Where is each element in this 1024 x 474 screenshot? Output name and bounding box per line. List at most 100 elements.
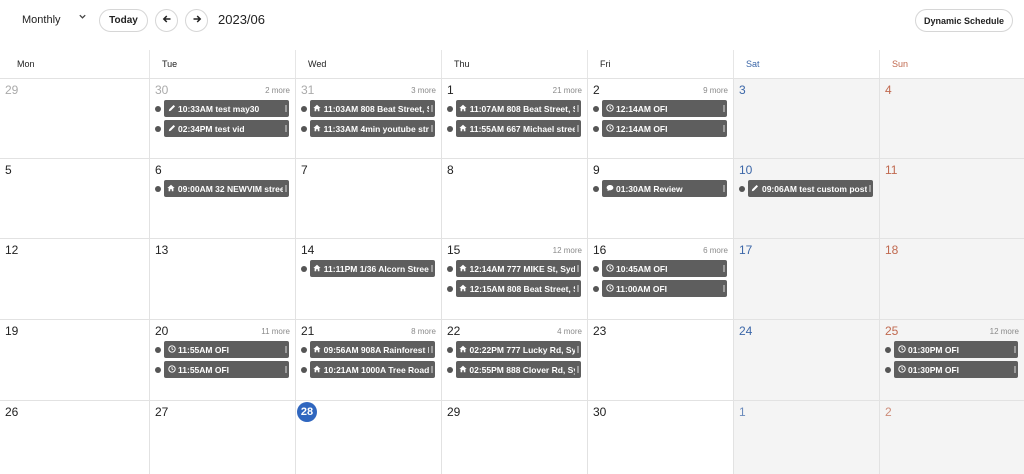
event-bar[interactable]: 11:03AM 808 Beat Street, S — [310, 100, 435, 117]
calendar-event[interactable]: 09:56AM 908A Rainforest R — [301, 341, 435, 358]
day-number[interactable]: 6 — [155, 163, 162, 177]
day-cell[interactable]: 1 21 more 11:07AM 808 Beat Street, S 11:55A… — [441, 78, 587, 158]
day-number[interactable]: 11 — [885, 163, 897, 177]
day-cell[interactable]: 8 — [441, 158, 587, 238]
today-day-number[interactable]: 28 — [297, 402, 317, 422]
resize-handle-icon[interactable] — [431, 366, 433, 373]
calendar-event[interactable]: 12:14AM 777 MIKE St, Sydn — [447, 260, 581, 277]
day-cell[interactable]: 31 3 more 11:03AM 808 Beat Street, S 11:33A… — [295, 78, 441, 158]
day-number[interactable]: 3 — [739, 83, 746, 97]
resize-handle-icon[interactable] — [285, 185, 287, 192]
day-number[interactable]: 5 — [5, 163, 12, 177]
day-cell[interactable]: 22 4 more 02:22PM 777 Lucky Rd, Syd 02:55PM… — [441, 319, 587, 400]
calendar-event[interactable]: 11:11PM 1/36 Alcorn Street — [301, 260, 435, 277]
day-cell[interactable]: 25 12 more 01:30PM OFI 01:30PM OFI — [879, 319, 1024, 400]
more-events-link[interactable]: 8 more — [411, 327, 436, 336]
prev-month-button[interactable] — [155, 9, 178, 32]
day-cell[interactable]: 27 — [149, 400, 295, 474]
event-bar[interactable]: 12:14AM OFI — [602, 100, 727, 117]
day-number[interactable]: 7 — [301, 163, 308, 177]
calendar-event[interactable]: 01:30PM OFI — [885, 361, 1018, 378]
resize-handle-icon[interactable] — [723, 125, 725, 132]
calendar-event[interactable]: 02:55PM 888 Clover Rd, Syc — [447, 361, 581, 378]
resize-handle-icon[interactable] — [431, 125, 433, 132]
calendar-event[interactable]: 11:55AM OFI — [155, 341, 289, 358]
day-number[interactable]: 22 — [447, 324, 460, 338]
resize-handle-icon[interactable] — [723, 265, 725, 272]
calendar-event[interactable]: 01:30PM OFI — [885, 341, 1018, 358]
event-bar[interactable]: 12:14AM 777 MIKE St, Sydn — [456, 260, 581, 277]
calendar-event[interactable]: 12:15AM 808 Beat Street, S — [447, 280, 581, 297]
resize-handle-icon[interactable] — [577, 125, 579, 132]
calendar-event[interactable]: 11:33AM 4min youtube stre — [301, 120, 435, 137]
day-cell[interactable]: 11 — [879, 158, 1024, 238]
event-bar[interactable]: 09:06AM test custom post — [748, 180, 873, 197]
calendar-event[interactable]: 09:06AM test custom post — [739, 180, 873, 197]
event-bar[interactable]: 11:55AM OFI — [164, 361, 289, 378]
event-bar[interactable]: 10:33AM test may30 — [164, 100, 289, 117]
event-bar[interactable]: 09:56AM 908A Rainforest R — [310, 341, 435, 358]
resize-handle-icon[interactable] — [431, 265, 433, 272]
day-cell[interactable]: 9 01:30AM Review — [587, 158, 733, 238]
day-number[interactable]: 4 — [885, 83, 892, 97]
day-cell[interactable]: 3 — [733, 78, 879, 158]
event-bar[interactable]: 02:34PM test vid — [164, 120, 289, 137]
day-cell[interactable]: 4 — [879, 78, 1024, 158]
day-number[interactable]: 25 — [885, 324, 898, 338]
day-cell[interactable]: 10 09:06AM test custom post — [733, 158, 879, 238]
day-cell[interactable]: 12 — [0, 238, 149, 319]
day-number[interactable]: 18 — [885, 243, 898, 257]
day-cell[interactable]: 19 — [0, 319, 149, 400]
day-number[interactable]: 30 — [155, 83, 168, 97]
event-bar[interactable]: 10:21AM 1000A Tree Road, — [310, 361, 435, 378]
event-bar[interactable]: 11:55AM OFI — [164, 341, 289, 358]
resize-handle-icon[interactable] — [285, 125, 287, 132]
more-events-link[interactable]: 9 more — [703, 86, 728, 95]
event-bar[interactable]: 02:55PM 888 Clover Rd, Syc — [456, 361, 581, 378]
event-bar[interactable]: 11:07AM 808 Beat Street, S — [456, 100, 581, 117]
day-number[interactable]: 13 — [155, 243, 168, 257]
day-cell[interactable]: 2 — [879, 400, 1024, 474]
resize-handle-icon[interactable] — [723, 185, 725, 192]
more-events-link[interactable]: 11 more — [261, 327, 290, 336]
day-cell[interactable]: 18 — [879, 238, 1024, 319]
calendar-event[interactable]: 11:55AM 667 Michael street — [447, 120, 581, 137]
day-number[interactable]: 29 — [447, 405, 460, 419]
day-number[interactable]: 8 — [447, 163, 454, 177]
event-bar[interactable]: 01:30PM OFI — [894, 341, 1018, 358]
dynamic-schedule-button[interactable]: Dynamic Schedule — [915, 9, 1013, 32]
resize-handle-icon[interactable] — [723, 105, 725, 112]
event-bar[interactable]: 11:00AM OFI — [602, 280, 727, 297]
event-bar[interactable]: 01:30PM OFI — [894, 361, 1018, 378]
calendar-event[interactable]: 12:14AM OFI — [593, 100, 727, 117]
calendar-event[interactable]: 02:22PM 777 Lucky Rd, Syd — [447, 341, 581, 358]
resize-handle-icon[interactable] — [431, 346, 433, 353]
resize-handle-icon[interactable] — [577, 346, 579, 353]
resize-handle-icon[interactable] — [723, 285, 725, 292]
day-number[interactable]: 29 — [5, 83, 18, 97]
more-events-link[interactable]: 12 more — [553, 246, 582, 255]
event-bar[interactable]: 10:45AM OFI — [602, 260, 727, 277]
resize-handle-icon[interactable] — [577, 105, 579, 112]
day-number[interactable]: 21 — [301, 324, 314, 338]
day-number[interactable]: 2 — [885, 405, 892, 419]
calendar-event[interactable]: 10:33AM test may30 — [155, 100, 289, 117]
day-cell[interactable]: 14 11:11PM 1/36 Alcorn Street — [295, 238, 441, 319]
day-cell[interactable]: 2 9 more 12:14AM OFI 12:14AM OFI — [587, 78, 733, 158]
more-events-link[interactable]: 21 more — [553, 86, 582, 95]
calendar-event[interactable]: 10:21AM 1000A Tree Road, — [301, 361, 435, 378]
day-cell[interactable]: 15 12 more 12:14AM 777 MIKE St, Sydn 12:15A… — [441, 238, 587, 319]
day-cell[interactable]: 28 — [295, 400, 441, 474]
event-bar[interactable]: 09:00AM 32 NEWVIM stree — [164, 180, 289, 197]
resize-handle-icon[interactable] — [285, 105, 287, 112]
day-cell[interactable]: 21 8 more 09:56AM 908A Rainforest R 10:21AM… — [295, 319, 441, 400]
day-number[interactable]: 24 — [739, 324, 752, 338]
day-number[interactable]: 20 — [155, 324, 168, 338]
resize-handle-icon[interactable] — [577, 265, 579, 272]
day-cell[interactable]: 1 — [733, 400, 879, 474]
calendar-event[interactable]: 01:30AM Review — [593, 180, 727, 197]
day-cell[interactable]: 23 — [587, 319, 733, 400]
event-bar[interactable]: 11:11PM 1/36 Alcorn Street — [310, 260, 435, 277]
day-cell[interactable]: 29 — [441, 400, 587, 474]
calendar-event[interactable]: 12:14AM OFI — [593, 120, 727, 137]
